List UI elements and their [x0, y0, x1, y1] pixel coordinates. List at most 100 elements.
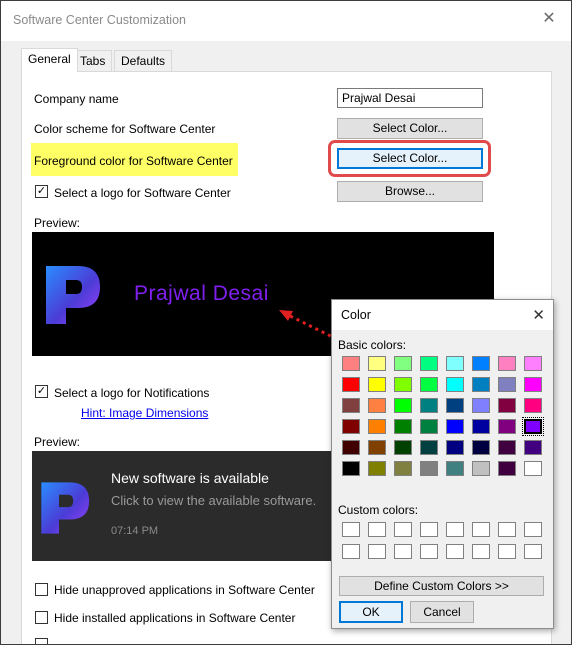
- custom-color-swatch[interactable]: [524, 544, 542, 559]
- basic-color-swatch[interactable]: [472, 419, 490, 434]
- basic-color-swatch[interactable]: [394, 440, 412, 455]
- basic-color-swatch[interactable]: [420, 377, 438, 392]
- basic-color-swatch[interactable]: [472, 461, 490, 476]
- partial-checkbox[interactable]: [35, 638, 48, 644]
- basic-color-swatch[interactable]: [342, 419, 360, 434]
- custom-color-swatch[interactable]: [342, 522, 360, 537]
- tab-defaults-label: Defaults: [121, 54, 166, 68]
- basic-color-swatch[interactable]: [394, 398, 412, 413]
- basic-color-swatch[interactable]: [446, 440, 464, 455]
- custom-color-swatch[interactable]: [524, 522, 542, 537]
- tab-defaults[interactable]: Defaults: [114, 50, 173, 71]
- cancel-button[interactable]: Cancel: [410, 601, 474, 623]
- basic-color-swatch[interactable]: [394, 461, 412, 476]
- hide-installed-label: Hide installed applications in Software …: [54, 611, 296, 625]
- basic-color-swatch[interactable]: [420, 440, 438, 455]
- basic-color-swatch[interactable]: [368, 377, 386, 392]
- define-custom-colors-button[interactable]: Define Custom Colors >>: [339, 576, 544, 596]
- logo-checkbox-label: Select a logo for Software Center: [54, 186, 231, 200]
- notification-time: 07:14 PM: [111, 525, 159, 537]
- hide-unapproved-checkbox[interactable]: [35, 583, 48, 596]
- hide-unapproved-label: Hide unapproved applications in Software…: [54, 583, 315, 597]
- basic-color-swatch[interactable]: [472, 398, 490, 413]
- basic-color-swatch[interactable]: [368, 419, 386, 434]
- notifications-logo-label: Select a logo for Notifications: [54, 386, 210, 400]
- custom-color-swatch[interactable]: [420, 522, 438, 537]
- custom-color-swatch[interactable]: [498, 544, 516, 559]
- hide-installed-checkbox[interactable]: [35, 611, 48, 624]
- basic-color-swatch[interactable]: [420, 419, 438, 434]
- custom-color-swatch[interactable]: [446, 544, 464, 559]
- basic-color-swatch[interactable]: [394, 419, 412, 434]
- basic-color-swatch[interactable]: [446, 419, 464, 434]
- basic-color-swatch[interactable]: [524, 377, 542, 392]
- custom-color-swatch[interactable]: [446, 522, 464, 537]
- basic-color-swatch[interactable]: [446, 377, 464, 392]
- close-icon[interactable]: ✕: [532, 306, 545, 324]
- basic-color-swatch[interactable]: [498, 398, 516, 413]
- custom-color-swatch[interactable]: [472, 544, 490, 559]
- basic-color-swatch[interactable]: [498, 440, 516, 455]
- color-dialog: Color ✕ Basic colors: Custom colors: Def…: [331, 299, 554, 629]
- custom-color-swatch[interactable]: [472, 522, 490, 537]
- preview-label: Preview:: [34, 216, 81, 230]
- basic-color-swatch[interactable]: [420, 461, 438, 476]
- basic-color-swatch[interactable]: [472, 377, 490, 392]
- basic-color-swatch[interactable]: [498, 461, 516, 476]
- basic-color-swatch[interactable]: [498, 419, 516, 434]
- basic-color-swatch[interactable]: [342, 440, 360, 455]
- basic-color-swatch[interactable]: [522, 417, 544, 436]
- basic-color-swatch[interactable]: [342, 398, 360, 413]
- close-icon[interactable]: ✕: [541, 11, 557, 27]
- basic-color-swatch[interactable]: [446, 356, 464, 371]
- company-name-input[interactable]: Prajwal Desai: [337, 88, 483, 108]
- tab-general-label: General: [28, 52, 71, 66]
- basic-color-swatch[interactable]: [342, 461, 360, 476]
- custom-color-swatch[interactable]: [342, 544, 360, 559]
- basic-color-swatch[interactable]: [368, 356, 386, 371]
- tab-general[interactable]: General: [21, 48, 78, 72]
- basic-color-swatch[interactable]: [342, 377, 360, 392]
- tab-tabs[interactable]: Tabs: [73, 50, 113, 71]
- color-dialog-titlebar: Color ✕: [332, 300, 553, 330]
- basic-color-swatch[interactable]: [524, 440, 542, 455]
- basic-color-swatch[interactable]: [498, 356, 516, 371]
- custom-color-swatch[interactable]: [368, 544, 386, 559]
- color-scheme-select-button[interactable]: Select Color...: [337, 118, 483, 139]
- basic-color-swatch[interactable]: [420, 398, 438, 413]
- custom-color-swatch[interactable]: [394, 522, 412, 537]
- hint-image-dimensions-link[interactable]: Hint: Image Dimensions: [81, 406, 208, 420]
- title-bar: Software Center Customization ✕: [1, 1, 571, 41]
- basic-color-swatch[interactable]: [498, 377, 516, 392]
- basic-color-swatch[interactable]: [394, 356, 412, 371]
- ok-button[interactable]: OK: [339, 601, 403, 623]
- logo-checkbox[interactable]: ✓: [35, 185, 48, 198]
- basic-color-swatch[interactable]: [446, 398, 464, 413]
- notification-subtitle: Click to view the available software.: [111, 493, 317, 508]
- browse-button[interactable]: Browse...: [337, 181, 483, 202]
- color-dialog-title: Color: [341, 308, 371, 322]
- customization-window: Software Center Customization ✕ General …: [0, 0, 572, 645]
- window-title: Software Center Customization: [13, 13, 186, 27]
- basic-color-swatch[interactable]: [420, 356, 438, 371]
- tab-tabs-label: Tabs: [80, 54, 106, 68]
- custom-color-swatch[interactable]: [420, 544, 438, 559]
- notification-preview: New software is available Click to view …: [32, 451, 332, 561]
- basic-color-swatch[interactable]: [472, 356, 490, 371]
- basic-color-swatch[interactable]: [368, 461, 386, 476]
- basic-color-swatch[interactable]: [368, 440, 386, 455]
- basic-color-swatch[interactable]: [524, 461, 542, 476]
- custom-color-swatch[interactable]: [368, 522, 386, 537]
- basic-color-swatch[interactable]: [394, 377, 412, 392]
- custom-color-swatch[interactable]: [498, 522, 516, 537]
- preview-company-text: Prajwal Desai: [134, 282, 269, 305]
- basic-color-swatch[interactable]: [472, 440, 490, 455]
- basic-color-swatch[interactable]: [524, 398, 542, 413]
- basic-color-swatch[interactable]: [342, 356, 360, 371]
- preview2-label: Preview:: [34, 435, 81, 449]
- basic-color-swatch[interactable]: [524, 356, 542, 371]
- basic-color-swatch[interactable]: [368, 398, 386, 413]
- notifications-logo-checkbox[interactable]: ✓: [35, 385, 48, 398]
- custom-color-swatch[interactable]: [394, 544, 412, 559]
- basic-color-swatch[interactable]: [446, 461, 464, 476]
